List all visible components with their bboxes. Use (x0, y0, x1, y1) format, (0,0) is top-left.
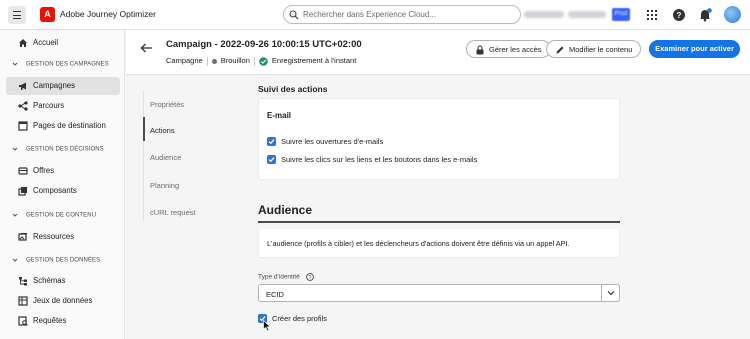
left-navigation: Accueil GESTION DES CAMPAGNES Campagnes … (0, 30, 125, 339)
checkmark-icon (268, 157, 275, 163)
audience-info-card: L'audience (profils à cibler) et les déc… (258, 229, 620, 258)
adobe-logo-icon: A (40, 7, 55, 22)
campaign-meta: Campagne Brouillon Enregistrement à l'inst… (166, 56, 356, 66)
identity-type-value: ECID (266, 290, 284, 299)
chevron-down-icon (12, 213, 18, 217)
journey-icon (18, 101, 28, 111)
mouse-cursor-icon (263, 320, 271, 332)
nav-item-schemas[interactable]: Schémas (6, 272, 120, 290)
tab-curl-request[interactable]: cURL request (150, 208, 196, 217)
pencil-icon (556, 46, 564, 54)
svg-text:?: ? (677, 11, 682, 20)
nav-item-queries[interactable]: Requêtes (6, 312, 120, 330)
nav-section-data[interactable]: GESTION DES DONNÉES (12, 257, 100, 264)
menu-icon[interactable] (8, 6, 26, 24)
lock-icon (476, 45, 484, 55)
components-icon (18, 187, 27, 196)
info-icon[interactable]: ? (305, 273, 314, 281)
nav-item-assets[interactable]: Ressources (6, 228, 120, 246)
env-badge: Prod (612, 8, 630, 21)
tab-properties[interactable]: Propriétés (150, 100, 184, 109)
home-icon (19, 39, 27, 47)
chevron-down-icon (12, 147, 18, 151)
active-tab-indicator (143, 117, 145, 141)
chevron-down-icon (12, 62, 18, 66)
nav-item-landing-pages[interactable]: Pages de destination (6, 117, 120, 135)
save-status-text: Enregistrement à l'instant (271, 56, 357, 65)
identity-type-label: Type d'identité ? (258, 273, 314, 281)
query-icon (18, 316, 28, 326)
chevron-down-icon (12, 258, 18, 262)
nav-item-home[interactable]: Accueil (6, 34, 120, 52)
edit-content-button[interactable]: Modifier le contenu (546, 40, 642, 58)
audience-section-title: Audience (258, 203, 313, 217)
tab-audience[interactable]: Audience (150, 153, 181, 162)
sandbox-name-blurred[interactable] (568, 11, 606, 18)
audience-info-text: L'audience (profils à cibler) et les déc… (267, 239, 570, 248)
tracking-card: E-mail Suivre les ouvertures d'e-mails S… (258, 98, 620, 180)
user-avatar[interactable] (724, 6, 741, 23)
campaign-header: Campaign - 2022-09-26 10:00:15 UTC+02:00… (126, 30, 750, 75)
identity-type-select[interactable]: ECID (258, 284, 620, 302)
help-icon[interactable]: ? (672, 8, 686, 22)
svg-text:?: ? (308, 275, 311, 281)
email-channel-heading: E-mail (267, 111, 292, 120)
tab-planning[interactable]: Planning (150, 181, 179, 190)
dataset-icon (18, 296, 28, 306)
nav-item-campaigns[interactable]: Campagnes (6, 77, 120, 95)
top-bar: A Adobe Journey Optimizer Rechercher dan… (0, 0, 750, 30)
app-name: Adobe Journey Optimizer (60, 9, 156, 19)
status-text: Brouillon (220, 56, 250, 65)
schema-icon (19, 277, 27, 286)
nav-section-content[interactable]: GESTION DE CONTENU (12, 212, 96, 219)
search-icon (289, 10, 299, 20)
saved-check-icon (259, 56, 268, 66)
megaphone-icon (19, 82, 26, 90)
review-to-activate-button[interactable]: Examiner pour activer (649, 40, 740, 58)
org-name-blurred[interactable] (524, 11, 564, 18)
back-arrow-icon[interactable] (140, 43, 153, 53)
search-input[interactable]: Rechercher dans Experience Cloud... (283, 5, 521, 24)
nav-item-components[interactable]: Composants (6, 182, 120, 200)
page-icon (18, 121, 28, 131)
track-opens-label: Suivre les ouvertures d'e-mails (281, 137, 384, 146)
status-dot (211, 58, 217, 64)
campaign-type: Campagne (166, 56, 203, 65)
campaign-title: Campaign - 2022-09-26 10:00:15 UTC+02:00 (166, 39, 362, 50)
nav-item-journeys[interactable]: Parcours (6, 97, 120, 115)
chevron-down-icon (607, 291, 615, 296)
offer-icon (18, 167, 28, 175)
track-clicks-checkbox[interactable] (267, 155, 276, 164)
notifications-bell-icon[interactable] (698, 8, 712, 22)
track-clicks-label: Suivre les clics sur les liens et les bo… (281, 155, 478, 164)
assets-icon (18, 233, 27, 241)
audience-divider (258, 221, 620, 223)
nav-item-datasets[interactable]: Jeux de données (6, 292, 120, 310)
identity-type-dropdown-toggle[interactable] (601, 285, 619, 301)
nav-item-offers[interactable]: Offres (6, 162, 120, 180)
campaign-tabs: Propriétés Actions Audience Planning cUR… (126, 76, 240, 339)
tab-rail (143, 90, 144, 220)
apps-grid-icon[interactable] (645, 8, 659, 22)
checkmark-icon (268, 139, 275, 145)
tab-actions[interactable]: Actions (150, 126, 175, 135)
nav-section-campaigns[interactable]: GESTION DES CAMPAGNES (12, 61, 109, 68)
create-profiles-label: Créer des profils (272, 314, 328, 323)
tracking-section-title: Suivi des actions (258, 84, 328, 94)
track-opens-checkbox[interactable] (267, 137, 276, 146)
manage-access-button[interactable]: Gérer les accès (466, 40, 551, 58)
search-placeholder: Rechercher dans Experience Cloud... (303, 10, 436, 19)
nav-section-decisions[interactable]: GESTION DES DÉCISIONS (12, 146, 104, 153)
